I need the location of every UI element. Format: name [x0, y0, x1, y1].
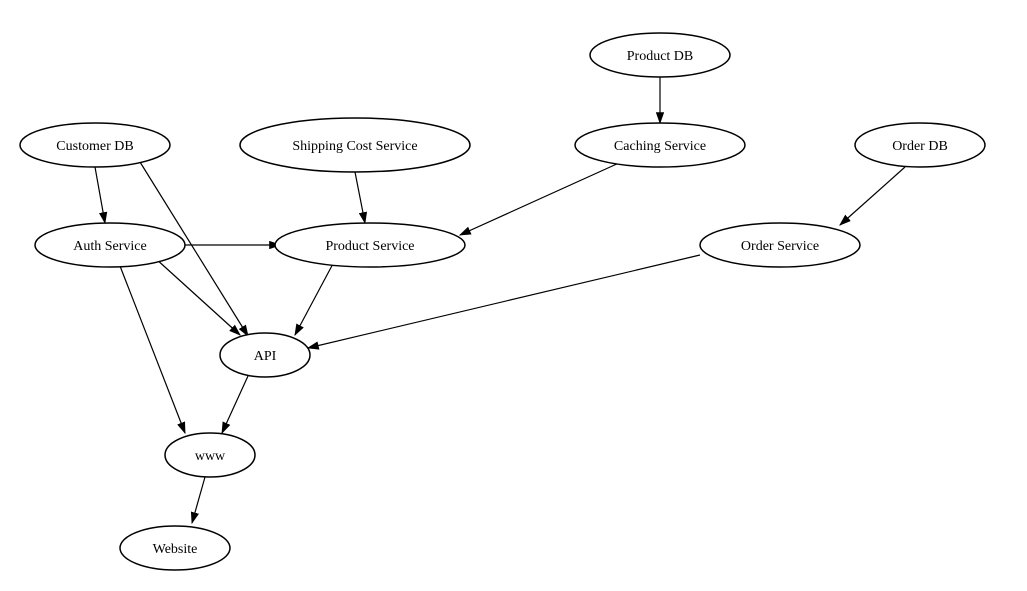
label-product-service: Product Service — [325, 239, 414, 254]
edge-orderdb-orderservice — [840, 167, 905, 225]
edge-api-www — [222, 376, 248, 433]
edge-product-api — [295, 260, 335, 335]
label-customer-db: Customer DB — [56, 139, 133, 154]
label-api: API — [254, 349, 277, 364]
label-order-db: Order DB — [892, 139, 948, 154]
edge-auth-www — [120, 266, 185, 433]
edge-www-website — [192, 477, 205, 523]
edge-customerdb-auth — [95, 167, 105, 223]
edge-auth-api — [155, 258, 240, 335]
edge-shipping-product — [355, 172, 365, 223]
edge-caching-product — [460, 158, 630, 235]
label-caching-service: Caching Service — [614, 139, 706, 154]
architecture-diagram: Product DB Customer DB Shipping Cost Ser… — [0, 0, 1027, 586]
label-www: www — [195, 449, 226, 464]
label-shipping-cost: Shipping Cost Service — [292, 139, 417, 154]
label-order-service: Order Service — [741, 239, 819, 254]
label-auth-service: Auth Service — [73, 239, 146, 254]
label-product-db: Product DB — [627, 49, 694, 64]
edge-orderservice-api — [308, 255, 700, 348]
label-website: Website — [153, 542, 198, 557]
